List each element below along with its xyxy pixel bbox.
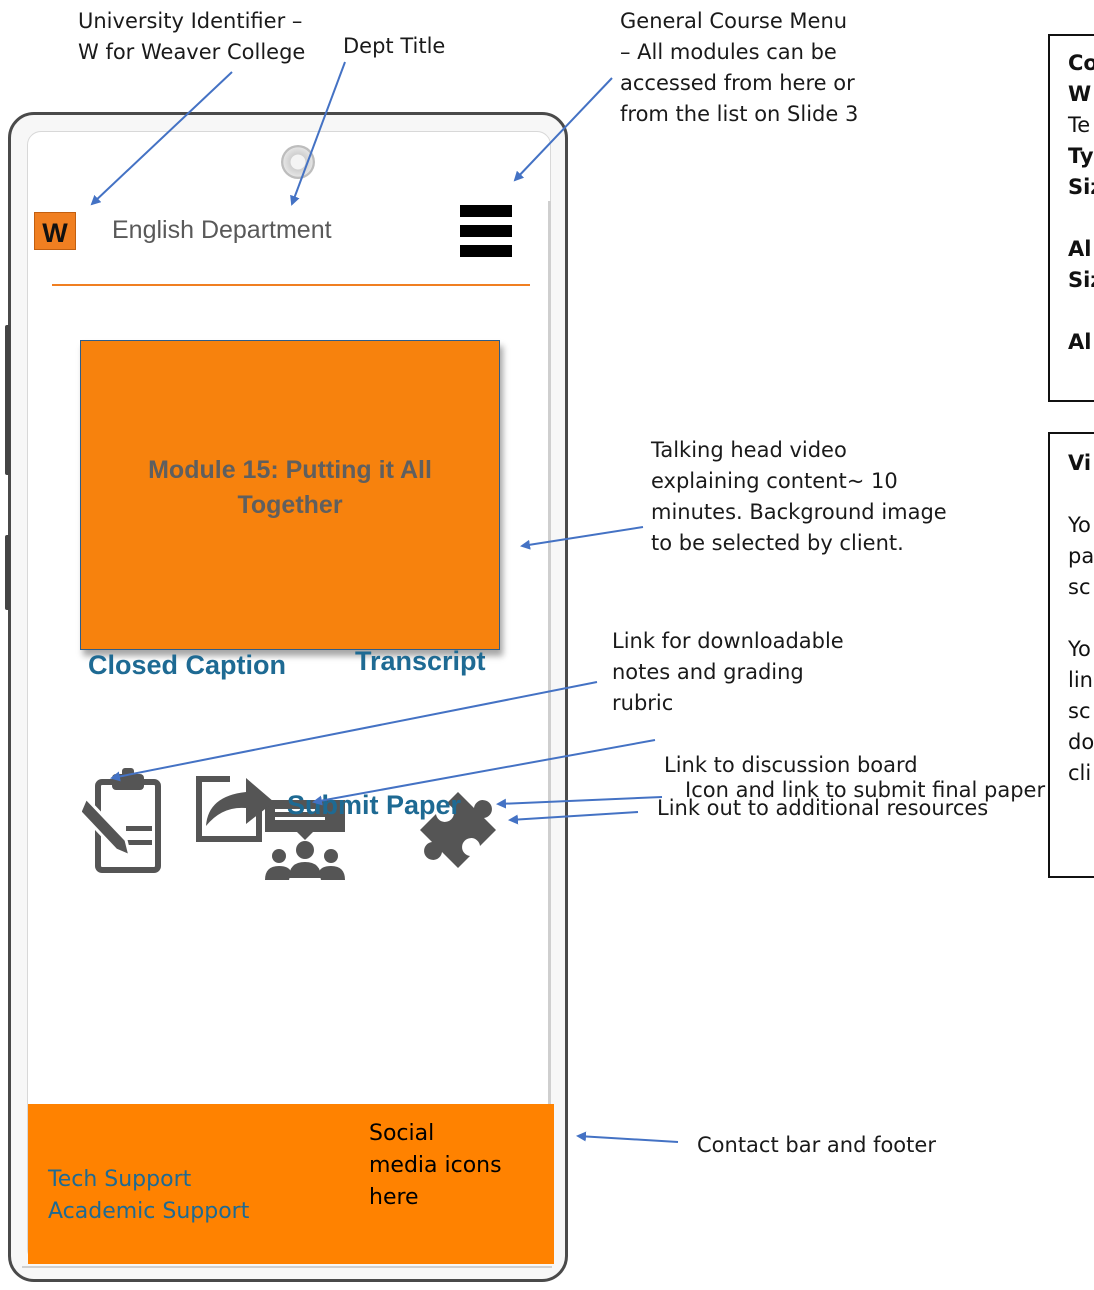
arrow-course-menu — [513, 77, 613, 182]
arrow-discussion — [312, 739, 656, 806]
arrow-university-id — [90, 71, 233, 206]
arrow-dept-title — [290, 61, 346, 206]
arrow-resources — [508, 811, 639, 825]
arrow-submit — [496, 796, 663, 809]
arrow-video — [520, 526, 644, 550]
callout-arrows — [90, 61, 679, 1143]
arrow-footer — [576, 1131, 679, 1143]
